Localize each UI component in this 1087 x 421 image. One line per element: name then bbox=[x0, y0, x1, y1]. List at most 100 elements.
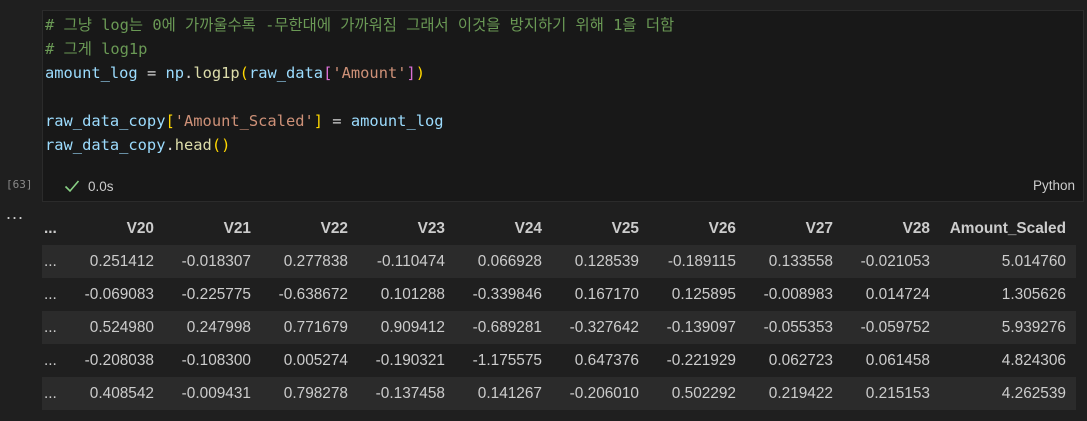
table-cell: -0.221929 bbox=[645, 344, 742, 377]
column-header: V27 bbox=[742, 212, 839, 245]
code-line[interactable]: raw_data_copy.head() bbox=[45, 133, 674, 157]
column-header: V26 bbox=[645, 212, 742, 245]
row-ellipsis: ... bbox=[42, 278, 63, 311]
table-cell: 0.066928 bbox=[451, 245, 548, 278]
table-cell: 0.128539 bbox=[548, 245, 645, 278]
table-cell: -0.689281 bbox=[451, 311, 548, 344]
code-line[interactable]: # 그냥 log는 0에 가까울수록 -무한대에 가까워짐 그래서 이것을 방지… bbox=[45, 13, 674, 37]
code-token-p2: [ bbox=[323, 64, 333, 82]
table-cell: -0.055353 bbox=[742, 311, 839, 344]
table-body: ... 0.251412 -0.018307 0.277838 -0.110474 0.0… bbox=[42, 245, 1076, 410]
code-token-comment: # 그게 log1p bbox=[45, 40, 148, 58]
table-cell: -0.110474 bbox=[354, 245, 451, 278]
code-token-str: 'Amount_Scaled' bbox=[174, 112, 314, 130]
column-header: V28 bbox=[839, 212, 936, 245]
table-cell: 5.939276 bbox=[936, 311, 1076, 344]
table-cell: -0.189115 bbox=[645, 245, 742, 278]
table-cell: 0.061458 bbox=[839, 344, 936, 377]
table-cell: 0.909412 bbox=[354, 311, 451, 344]
table-cell: -0.009431 bbox=[160, 377, 257, 410]
table-row: ... 0.408542 -0.009431 0.798278 -0.137458 0.1… bbox=[42, 377, 1076, 410]
column-header: V24 bbox=[451, 212, 548, 245]
check-icon bbox=[64, 179, 80, 193]
table-cell: -0.638672 bbox=[257, 278, 354, 311]
code-token-var: amount_log bbox=[45, 64, 138, 82]
code-token-comment: # 그냥 log는 0에 가까울수록 -무한대에 가까워짐 그래서 이것을 방지… bbox=[45, 16, 675, 34]
table-cell: 5.014760 bbox=[936, 245, 1076, 278]
table-row: ... -0.069083 -0.225775 -0.638672 0.101288 -0… bbox=[42, 278, 1076, 311]
code-token-var: raw_data_copy bbox=[45, 136, 166, 154]
code-token-p1: ] bbox=[313, 112, 324, 130]
table-cell: 0.277838 bbox=[257, 245, 354, 278]
code-token-op: = bbox=[137, 64, 166, 82]
table-cell: 0.141267 bbox=[451, 377, 548, 410]
table-cell: -0.018307 bbox=[160, 245, 257, 278]
table-cell: -0.059752 bbox=[839, 311, 936, 344]
code-line[interactable]: raw_data_copy['Amount_Scaled'] = amount_… bbox=[45, 109, 674, 133]
table-cell: 0.133558 bbox=[742, 245, 839, 278]
table-cell: -0.206010 bbox=[548, 377, 645, 410]
table-cell: 0.215153 bbox=[839, 377, 936, 410]
table-cell: 0.062723 bbox=[742, 344, 839, 377]
table-cell: 4.262539 bbox=[936, 377, 1076, 410]
code-token-str: 'Amount' bbox=[332, 64, 407, 82]
table-cell: 0.101288 bbox=[354, 278, 451, 311]
table-cell: -0.137458 bbox=[354, 377, 451, 410]
table-row: ... 0.251412 -0.018307 0.277838 -0.110474 0.0… bbox=[42, 245, 1076, 278]
column-header: V21 bbox=[160, 212, 257, 245]
code-token-var: raw_data_copy bbox=[45, 112, 166, 130]
code-line[interactable]: amount_log = np.log1p(raw_data['Amount']… bbox=[45, 61, 674, 85]
table-cell: -0.139097 bbox=[645, 311, 742, 344]
table-cell: 0.167170 bbox=[548, 278, 645, 311]
table-cell: 0.247998 bbox=[160, 311, 257, 344]
code-token-var: raw_data bbox=[248, 64, 324, 82]
row-ellipsis: ... bbox=[42, 311, 63, 344]
table-cell: 0.125895 bbox=[645, 278, 742, 311]
table-cell: 0.647376 bbox=[548, 344, 645, 377]
table-cell: 0.005274 bbox=[257, 344, 354, 377]
table-cell: -1.175575 bbox=[451, 344, 548, 377]
code-token-op: = bbox=[323, 112, 351, 130]
code-editor[interactable]: # 그냥 log는 0에 가까울수록 -무한대에 가까워짐 그래서 이것을 방지… bbox=[45, 13, 674, 157]
code-line[interactable]: # 그게 log1p bbox=[45, 37, 674, 61]
code-token-p2: ] bbox=[406, 64, 416, 82]
table-cell: -0.190321 bbox=[354, 344, 451, 377]
table-cell: 4.824306 bbox=[936, 344, 1076, 377]
table-cell: 0.014724 bbox=[839, 278, 936, 311]
table-cell: -0.108300 bbox=[160, 344, 257, 377]
code-token-var: np bbox=[165, 64, 185, 82]
table-cell: -0.069083 bbox=[63, 278, 160, 311]
table-row: ... -0.208038 -0.108300 0.005274 -0.190321 -1… bbox=[42, 344, 1076, 377]
table-header-row: ... V20 V21 V22 V23 V24 V25 V26 V27 V28 Amount_Sca… bbox=[42, 212, 1076, 245]
code-token-p1: () bbox=[211, 136, 231, 154]
code-token-var: amount_log bbox=[350, 112, 444, 130]
code-token-fn: log1p bbox=[193, 64, 240, 82]
cell-output: ... V20 V21 V22 V23 V24 V25 V26 V27 V28 Amount_Sca… bbox=[42, 212, 1087, 410]
code-line[interactable] bbox=[45, 85, 674, 109]
language-indicator[interactable]: Python bbox=[1033, 178, 1075, 193]
table-cell: -0.225775 bbox=[160, 278, 257, 311]
code-token-p1: [ bbox=[165, 112, 175, 130]
notebook-view: # 그냥 log는 0에 가까울수록 -무한대에 가까워짐 그래서 이것을 방지… bbox=[0, 0, 1087, 421]
table-cell: 0.524980 bbox=[63, 311, 160, 344]
column-header: V20 bbox=[63, 212, 160, 245]
table-cell: 0.219422 bbox=[742, 377, 839, 410]
dataframe-table: ... V20 V21 V22 V23 V24 V25 V26 V27 V28 Amount_Sca… bbox=[42, 212, 1076, 410]
column-header: Amount_Scaled bbox=[936, 212, 1076, 245]
column-header: V22 bbox=[257, 212, 354, 245]
table-cell: -0.208038 bbox=[63, 344, 160, 377]
table-cell: 0.251412 bbox=[63, 245, 160, 278]
code-token-p1: ( bbox=[239, 64, 249, 82]
execution-time: 0.0s bbox=[88, 178, 114, 194]
code-token-fn: head bbox=[174, 136, 212, 154]
execution-count: [63] bbox=[6, 178, 33, 191]
table-cell: 0.408542 bbox=[63, 377, 160, 410]
row-ellipsis: ... bbox=[42, 377, 63, 410]
code-token-p1: ) bbox=[415, 64, 426, 82]
code-token-op: . bbox=[184, 64, 194, 82]
more-actions-icon[interactable]: ... bbox=[6, 204, 28, 224]
table-cell: -0.021053 bbox=[839, 245, 936, 278]
table-cell: -0.327642 bbox=[548, 311, 645, 344]
table-cell: 0.798278 bbox=[257, 377, 354, 410]
table-cell: 0.502292 bbox=[645, 377, 742, 410]
